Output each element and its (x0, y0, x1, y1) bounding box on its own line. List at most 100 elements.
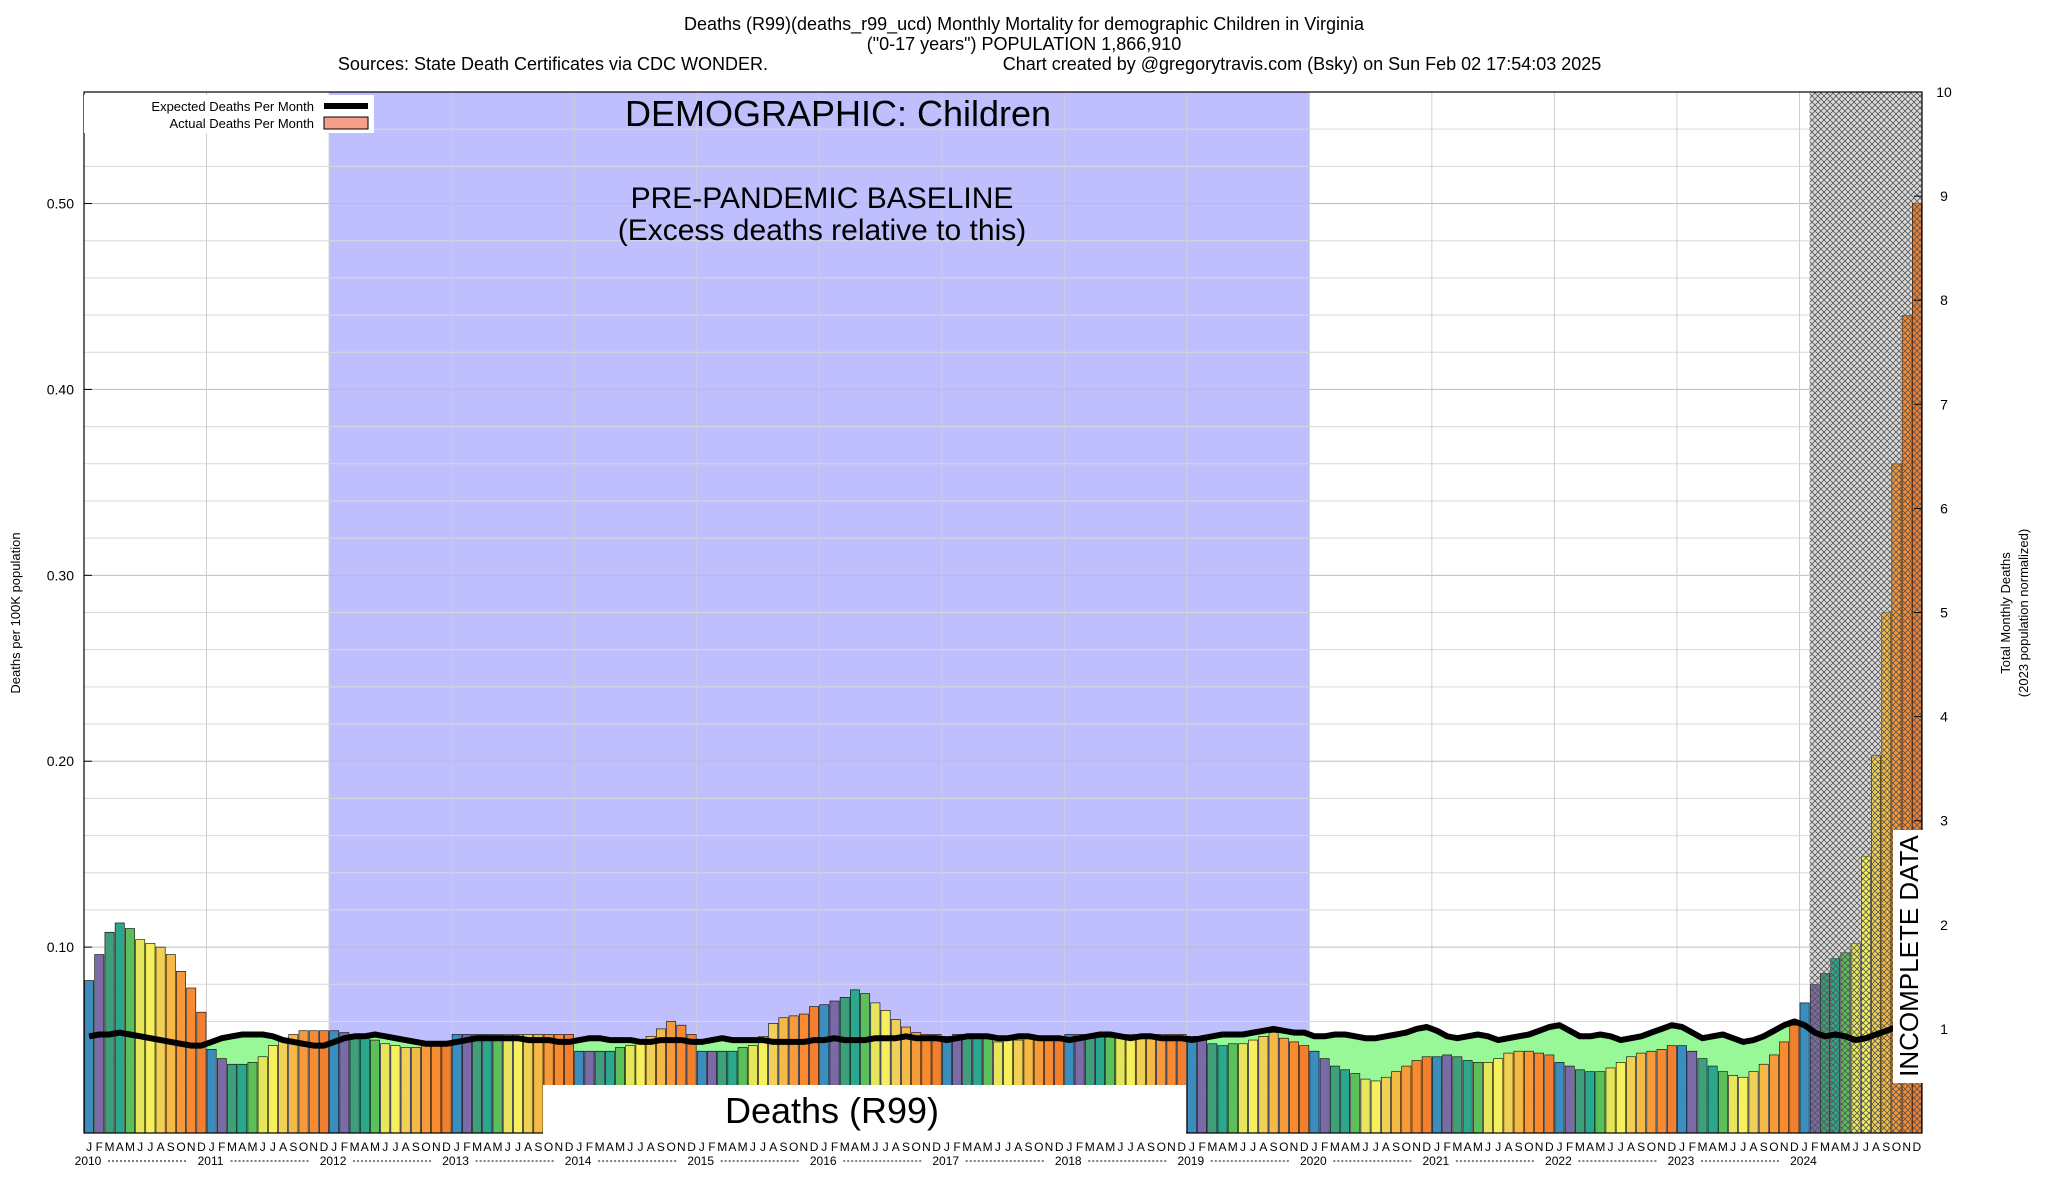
month-tick-label: A (1137, 1140, 1145, 1154)
month-tick-label: J (209, 1140, 215, 1154)
actual-deaths-bar (380, 1043, 391, 1134)
month-tick-label: S (1025, 1140, 1033, 1154)
month-tick-label: N (1535, 1140, 1544, 1154)
month-tick-label: M (1330, 1140, 1340, 1154)
month-tick-label: F (463, 1140, 470, 1154)
month-tick-label: S (779, 1140, 787, 1154)
month-tick-label: M (1350, 1140, 1360, 1154)
month-tick-label: J (1189, 1140, 1195, 1154)
actual-deaths-bar (278, 1037, 289, 1134)
month-tick-label: F (953, 1140, 960, 1154)
month-tick-label: S (902, 1140, 910, 1154)
deficit-area (237, 1034, 248, 1065)
month-tick-label: O (299, 1140, 308, 1154)
month-tick-label: A (1096, 1140, 1104, 1154)
actual-deaths-bar (114, 922, 125, 1134)
actual-deaths-bar (339, 1032, 350, 1134)
month-tick-label: J (1495, 1140, 1501, 1154)
y-tick-label-right: 10 (1936, 84, 1952, 100)
month-tick-label: J (137, 1140, 143, 1154)
month-tick-label: M (1452, 1140, 1462, 1154)
month-tick-label: J (260, 1140, 266, 1154)
legend-expected-label: Expected Deaths Per Month (151, 99, 314, 114)
month-tick-label: J (1311, 1140, 1317, 1154)
month-tick-label: M (1575, 1140, 1585, 1154)
year-tick-label: 2014 (565, 1154, 592, 1168)
actual-deaths-bar (196, 1011, 207, 1134)
deficit-area (1748, 1040, 1760, 1072)
month-tick-label: A (402, 1140, 410, 1154)
month-tick-label: A (728, 1140, 736, 1154)
actual-deaths-bar (1238, 1043, 1248, 1134)
actual-deaths-bar (462, 1034, 472, 1134)
year-tick-label: 2018 (1055, 1154, 1082, 1168)
actual-deaths-bar (1534, 1052, 1544, 1134)
month-tick-label: D (1790, 1140, 1799, 1154)
month-tick-label: J (1066, 1140, 1072, 1154)
month-tick-label: J (505, 1140, 511, 1154)
year-tick-label: 2011 (198, 1154, 224, 1168)
month-tick-label: D (810, 1140, 819, 1154)
month-tick-label: J (270, 1140, 276, 1154)
actual-deaths-bar (1452, 1056, 1463, 1134)
month-tick-label: N (1290, 1140, 1299, 1154)
year-tick-label: 2013 (442, 1154, 469, 1168)
year-tick-label: 2012 (320, 1154, 347, 1168)
actual-deaths-bar (1636, 1052, 1647, 1134)
month-tick-label: J (1434, 1140, 1440, 1154)
baseline-sublabel: (Excess deaths relative to this) (618, 214, 1027, 247)
month-tick-label: N (1045, 1140, 1054, 1154)
incomplete-data-label: INCOMPLETE DATA (1894, 834, 1924, 1076)
month-tick-label: O (544, 1140, 553, 1154)
month-tick-label: N (1902, 1140, 1911, 1154)
y-tick-label-right: 2 (1940, 917, 1948, 933)
y-tick-label-right: 8 (1940, 292, 1948, 308)
actual-deaths-bar (1789, 1024, 1800, 1134)
deficit-area (1339, 1034, 1351, 1070)
actual-deaths-bar (1350, 1073, 1361, 1134)
actual-deaths-bar (206, 1049, 217, 1134)
month-tick-label: J (1802, 1140, 1808, 1154)
actual-deaths-bar (1595, 1071, 1606, 1134)
month-tick-label: D (565, 1140, 574, 1154)
actual-deaths-bar (441, 1041, 452, 1134)
cause-label: Deaths (R99) (725, 1090, 939, 1131)
actual-deaths-bar (1483, 1062, 1493, 1134)
actual-deaths-bar (1278, 1037, 1289, 1134)
month-tick-label: F (1444, 1140, 1451, 1154)
actual-deaths-bar (1554, 1062, 1565, 1134)
month-tick-label: M (962, 1140, 972, 1154)
actual-deaths-bar (1462, 1060, 1473, 1134)
y-tick-label-right: 7 (1940, 396, 1948, 412)
deficit-area (1738, 1041, 1749, 1078)
month-tick-label: J (1853, 1140, 1859, 1154)
deficit-area (1391, 1034, 1402, 1072)
actual-deaths-bar (1748, 1071, 1759, 1134)
month-tick-label: J (331, 1140, 337, 1154)
actual-deaths-bar (1299, 1045, 1310, 1134)
deficit-area (1350, 1036, 1361, 1074)
actual-deaths-bar (1656, 1049, 1667, 1134)
actual-deaths-bar (1258, 1036, 1269, 1134)
month-tick-label: A (1341, 1140, 1349, 1154)
month-tick-label: M (247, 1140, 257, 1154)
month-tick-label: S (1270, 1140, 1278, 1154)
year-tick-label: 2020 (1300, 1154, 1327, 1168)
month-tick-label: J (1128, 1140, 1134, 1154)
deficit-area (226, 1036, 238, 1065)
month-tick-label: M (1840, 1140, 1850, 1154)
actual-deaths-bar (359, 1036, 370, 1134)
month-tick-label: O (1647, 1140, 1656, 1154)
month-tick-label: M (717, 1140, 727, 1154)
month-tick-label: D (1545, 1140, 1554, 1154)
month-tick-label: F (1076, 1140, 1083, 1154)
month-tick-label: S (1760, 1140, 1768, 1154)
actual-deaths-bar (1544, 1054, 1555, 1134)
y-axis-right-title-1: Total Monthly Deaths (1998, 552, 2013, 674)
month-tick-label: J (1250, 1140, 1256, 1154)
deficit-area (1595, 1034, 1606, 1072)
month-tick-label: N (432, 1140, 441, 1154)
month-tick-label: F (831, 1140, 838, 1154)
month-tick-label: O (421, 1140, 430, 1154)
month-tick-label: A (1750, 1140, 1758, 1154)
